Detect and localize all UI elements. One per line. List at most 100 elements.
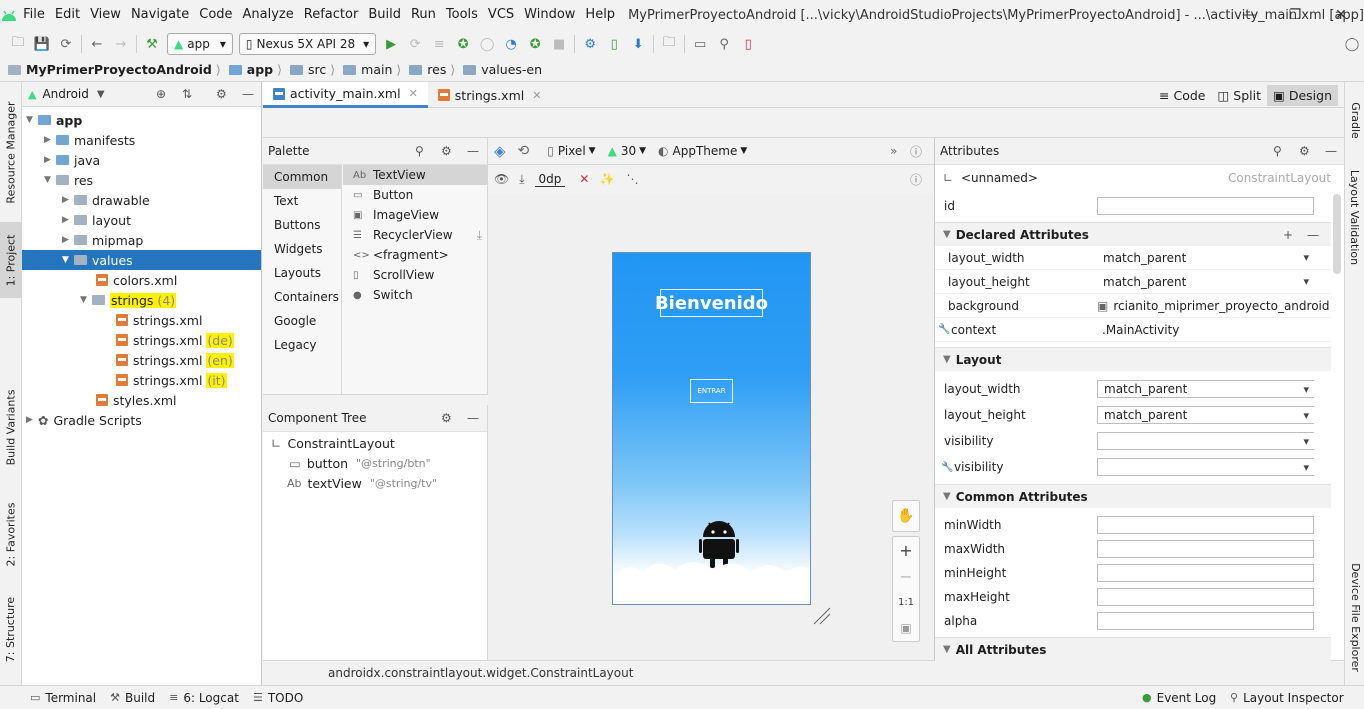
menu-vcs[interactable]: VCS — [483, 0, 519, 30]
tab-build[interactable]: ⚒ Build — [110, 691, 155, 705]
tree-constraintlayout[interactable]: ∟ ConstraintLayout — [271, 433, 395, 453]
terminal-window-icon[interactable]: ▭ — [688, 32, 712, 56]
declared-context-value[interactable]: .MainActivity — [1102, 323, 1179, 337]
attributes-scrollbar[interactable] — [1333, 194, 1341, 274]
menu-run[interactable]: Run — [406, 0, 441, 30]
palette-category-text[interactable]: Text — [263, 189, 341, 213]
hide-panel-icon[interactable]: — — [242, 87, 254, 101]
tree-item-strings[interactable]: ▼ strings (4) — [80, 290, 177, 310]
tab-favorites[interactable]: 2: Favorites — [0, 494, 22, 574]
add-attribute-icon[interactable]: + — [1283, 228, 1293, 242]
declared-background-value[interactable]: ▣ rcianito_miprimer_proyecto_android — [1097, 299, 1330, 313]
stop-icon[interactable]: ■ — [547, 32, 571, 56]
menu-view[interactable]: View — [85, 0, 126, 30]
section-all-attributes[interactable]: ▼ All Attributes — [935, 637, 1331, 661]
search-icon[interactable]: ⚲ — [415, 144, 424, 158]
tab-project[interactable]: 1: Project — [0, 222, 22, 298]
tab-activity-main-xml[interactable]: activity_main.xml ✕ — [263, 82, 428, 108]
menu-edit[interactable]: Edit — [50, 0, 85, 30]
tree-item-mipmap[interactable]: ▶ mipmap — [62, 230, 143, 250]
menu-file[interactable]: File — [18, 0, 50, 30]
minheight-input[interactable] — [1097, 564, 1314, 582]
gear-icon[interactable]: ⚙ — [216, 87, 227, 101]
warning-icon[interactable]: ⓘ — [910, 143, 922, 160]
run-config-select[interactable]: ▲ app ▾ — [167, 33, 233, 55]
help-icon[interactable]: ⓘ — [910, 171, 922, 188]
save-all-icon[interactable]: 💾 — [30, 32, 54, 56]
palette-category-containers[interactable]: Containers — [263, 285, 341, 309]
sync-icon[interactable]: ⟳ — [54, 32, 78, 56]
section-declared-attributes[interactable]: ▼ Declared Attributes + — — [935, 222, 1331, 246]
close-tab-icon[interactable]: ✕ — [409, 87, 418, 100]
more-icon[interactable]: » — [890, 144, 897, 158]
infer-constraints-icon[interactable]: ✨ — [599, 172, 614, 186]
zoom-out-icon[interactable]: − — [893, 563, 919, 589]
default-margin-field[interactable]: 0dp — [534, 172, 566, 187]
remove-attribute-icon[interactable]: — — [1307, 228, 1319, 242]
hand-icon[interactable]: ✋ — [897, 508, 914, 524]
palette-category-layouts[interactable]: Layouts — [263, 261, 341, 285]
api-picker[interactable]: ▲ 30 ▼ — [608, 144, 646, 158]
tab-layout-inspector[interactable]: ⚲ Layout Inspector — [1230, 691, 1344, 705]
download-icon[interactable]: ⤓ — [477, 228, 482, 243]
device-select[interactable]: ▯ Nexus 5X API 28 ▾ — [238, 33, 377, 55]
tab-todo[interactable]: ☰ TODO — [253, 691, 303, 705]
device-picker[interactable]: ▯ Pixel ▼ — [547, 144, 595, 158]
zoom-fit-icon[interactable]: ▣ — [893, 615, 919, 641]
mode-code-button[interactable]: ≡ Code — [1153, 85, 1212, 106]
project-structure-icon[interactable]: 🗀 — [657, 32, 681, 56]
palette-item-imageview[interactable]: ▣ ImageView — [343, 205, 488, 225]
attach-debugger-icon[interactable]: ◯ — [475, 32, 499, 56]
project-view-select[interactable]: Android — [42, 87, 88, 101]
close-tab-icon[interactable]: ✕ — [532, 89, 541, 102]
palette-item-switch[interactable]: ● Switch — [343, 285, 488, 305]
theme-picker[interactable]: ◐ AppTheme ▼ — [658, 144, 747, 158]
hide-panel-icon[interactable]: — — [467, 411, 479, 425]
view-options-eye-icon[interactable]: 👁 — [494, 172, 509, 186]
palette-category-common[interactable]: Common — [263, 165, 341, 189]
tab-device-file-explorer[interactable]: Device File Explorer — [1345, 552, 1364, 682]
gear-icon[interactable]: ⚙ — [441, 411, 452, 425]
palette-item-recyclerview[interactable]: ☰ RecyclerView ⤓ — [343, 225, 488, 245]
debug-attach-icon[interactable]: ✪ — [523, 32, 547, 56]
breadcrumb-app[interactable]: app ⟩ — [228, 62, 286, 77]
breadcrumb-src[interactable]: src ⟩ — [290, 62, 339, 77]
tab-resource-manager[interactable]: Resource Manager — [0, 92, 22, 212]
tree-item-strings-xml-it[interactable]: strings.xml (it) — [116, 370, 227, 390]
chevron-down-icon[interactable]: ▼ — [97, 89, 105, 100]
breadcrumb-res[interactable]: res ⟩ — [409, 62, 459, 77]
palette-category-widgets[interactable]: Widgets — [263, 237, 341, 261]
tab-terminal[interactable]: ▭ Terminal — [30, 691, 96, 705]
tree-item-styles-xml[interactable]: styles.xml — [96, 390, 177, 410]
mode-split-button[interactable]: ◫ Split — [1211, 85, 1267, 106]
menu-window[interactable]: Window — [519, 0, 580, 30]
section-common-attributes[interactable]: ▼ Common Attributes — [935, 484, 1331, 508]
mode-design-button[interactable]: ▣ Design — [1267, 84, 1338, 106]
declared-layout-height-value[interactable]: match_parent — [1097, 272, 1314, 291]
forward-arrow-icon[interactable]: → — [109, 32, 133, 56]
search-everywhere-icon[interactable]: ⚲ — [712, 32, 736, 56]
apply-changes-icon[interactable]: ⟳ — [403, 32, 427, 56]
user-icon[interactable]: ◯ — [1340, 32, 1364, 56]
tree-item-res[interactable]: ▼ res — [44, 170, 93, 190]
tree-item-gradle-scripts[interactable]: ▶ ✿ Gradle Scripts — [26, 410, 142, 430]
maxheight-input[interactable] — [1097, 588, 1314, 606]
id-input[interactable] — [1097, 197, 1314, 215]
run-play-icon[interactable]: ▶ — [379, 32, 403, 56]
tree-item-drawable[interactable]: ▶ drawable — [62, 190, 150, 210]
gear-icon[interactable]: ⚙ — [441, 144, 452, 158]
menu-refactor[interactable]: Refactor — [299, 0, 364, 30]
menu-navigate[interactable]: Navigate — [126, 0, 194, 30]
orientation-icon[interactable]: ⟲ — [518, 143, 530, 159]
tree-item-strings-xml-de[interactable]: strings.xml (de) — [116, 330, 234, 350]
resize-handle-icon[interactable] — [812, 606, 832, 626]
tree-item-values[interactable]: ▼ values — [22, 250, 261, 270]
palette-category-legacy[interactable]: Legacy — [263, 333, 341, 357]
make-project-hammer-icon[interactable]: ⚒ — [140, 32, 164, 56]
alpha-input[interactable] — [1097, 612, 1314, 630]
layers-icon[interactable]: ◈ — [494, 142, 506, 160]
menu-build[interactable]: Build — [363, 0, 406, 30]
visibility-select[interactable] — [1097, 432, 1314, 450]
palette-item-fragment[interactable]: <> <fragment> — [343, 245, 488, 265]
pan-tool[interactable]: ✋ — [892, 500, 920, 532]
